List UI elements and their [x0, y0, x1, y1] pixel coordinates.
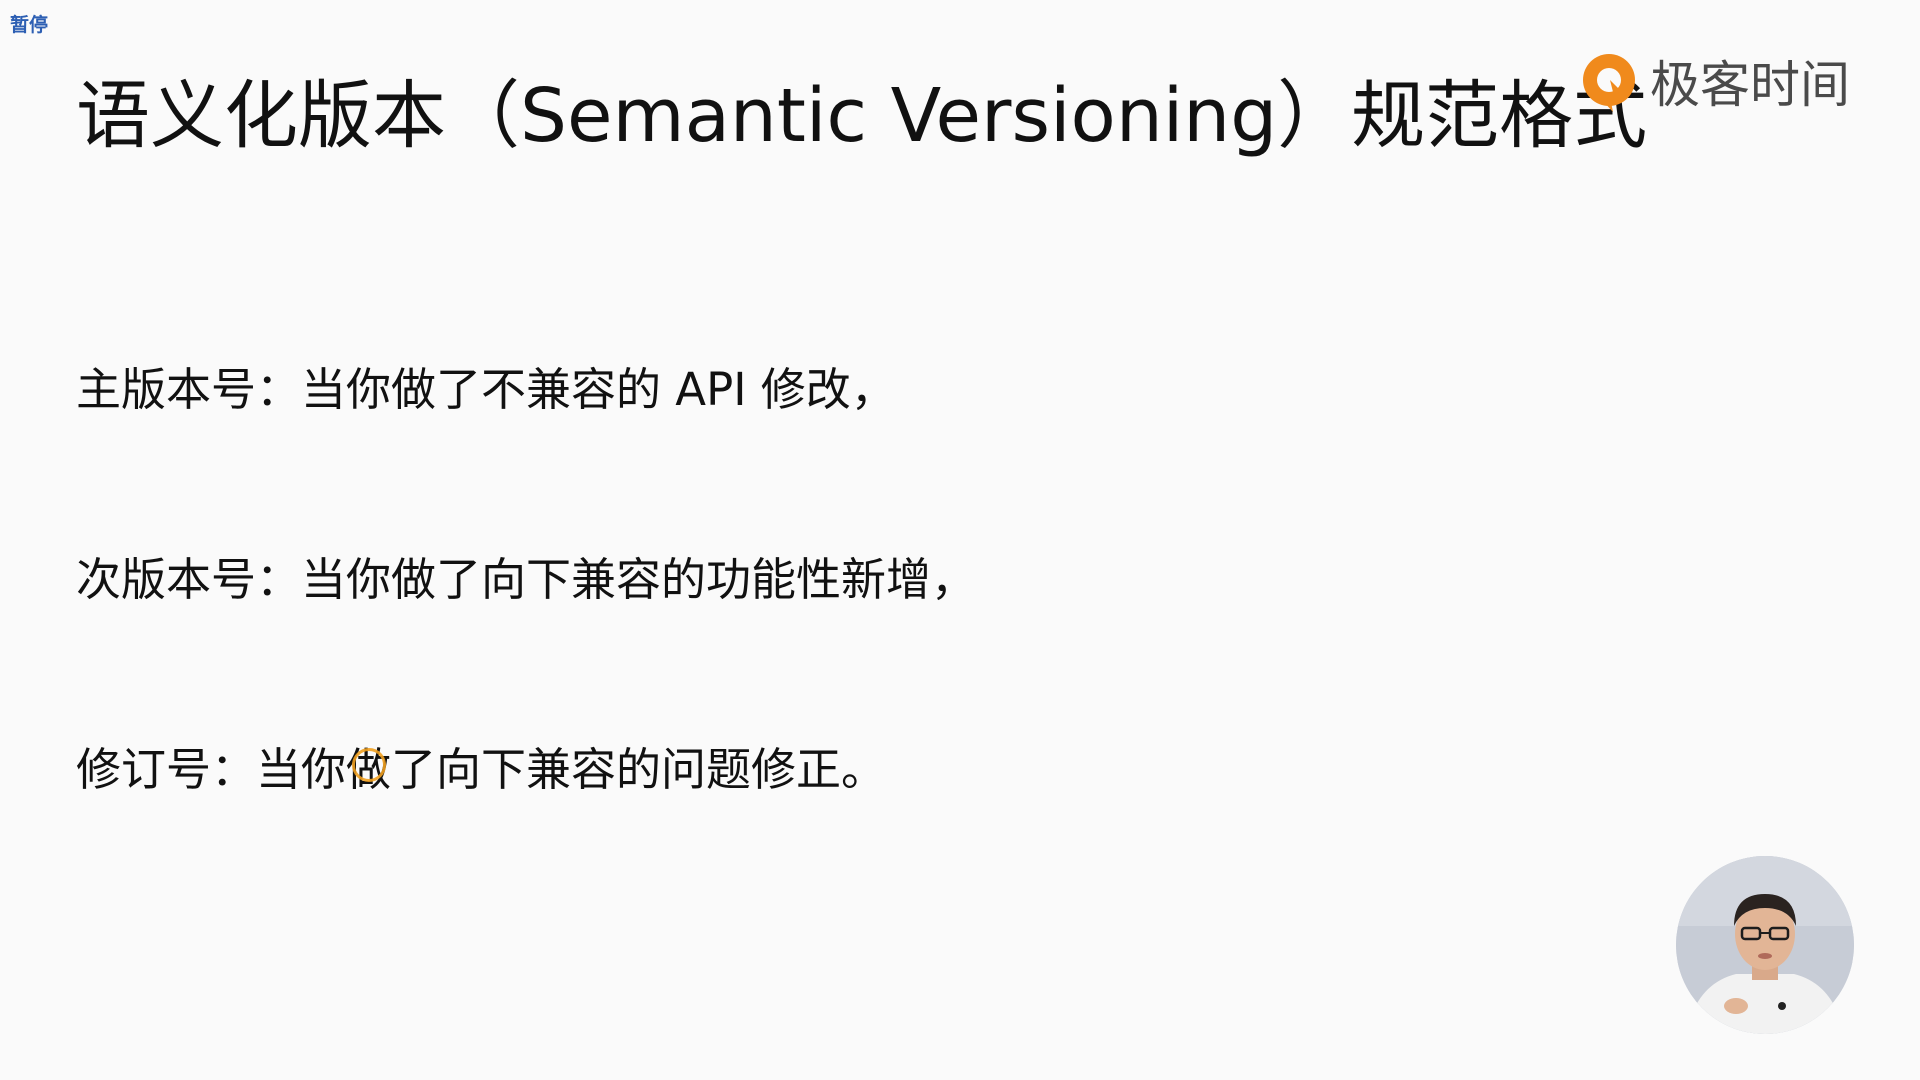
geektime-logo-icon [1583, 54, 1635, 112]
brand-name: 极客时间 [1650, 56, 1850, 114]
slide-title: 语义化版本（Semantic Versioning）规范格式 [76, 73, 1648, 159]
brand-watermark: 极客时间 [1580, 50, 1850, 120]
mouse-cursor-highlight [352, 748, 386, 782]
pause-indicator[interactable]: 暂停 [10, 10, 48, 37]
rule-minor: 次版本号：当你做了向下兼容的功能性新增， [76, 553, 977, 606]
rule-major: 主版本号：当你做了不兼容的 API 修改， [76, 363, 896, 416]
presenter-avatar [1676, 856, 1854, 1034]
rule-patch: 修订号：当你做了向下兼容的问题修正。 [76, 743, 887, 796]
video-frame: 暂停 语义化版本（Semantic Versioning）规范格式 极客时间 主… [0, 0, 1920, 1080]
version-rules-list: 主版本号：当你做了不兼容的 API 修改， 次版本号：当你做了向下兼容的功能性新… [76, 350, 976, 810]
